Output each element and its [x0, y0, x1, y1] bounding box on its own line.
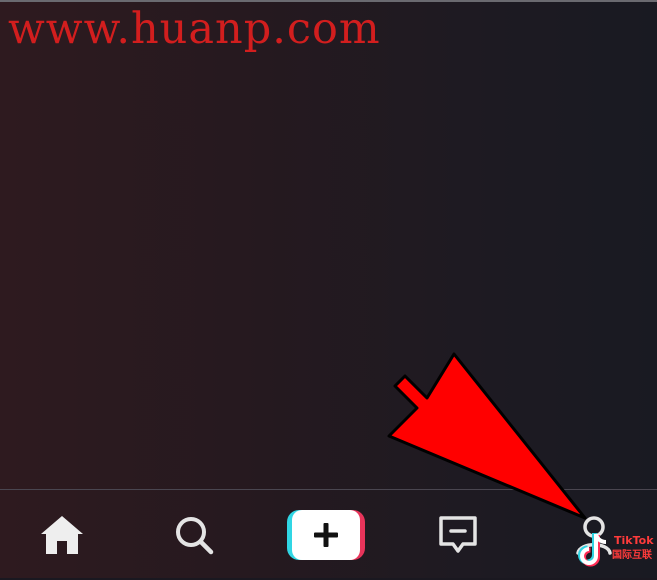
create-button-shape [287, 510, 365, 560]
tiktok-note-icon [578, 533, 607, 567]
home-icon [41, 516, 83, 554]
nav-inbox-button[interactable] [416, 490, 500, 580]
bottom-nav-bar [0, 490, 657, 580]
nav-home-button[interactable] [20, 490, 104, 580]
nav-discover-button[interactable] [152, 490, 236, 580]
watermark-text: www.huanp.com [8, 4, 381, 54]
nav-create-button[interactable] [280, 490, 372, 580]
plus-icon [314, 523, 338, 547]
message-icon [439, 516, 477, 553]
tiktok-logo-subtitle: 国际互联 [612, 550, 652, 561]
app-screen: www.huanp.com TikTok 国际互联 [0, 0, 657, 578]
tiktok-logo-name: TikTok [614, 534, 654, 547]
create-button-face [292, 510, 360, 560]
search-icon [176, 517, 214, 555]
